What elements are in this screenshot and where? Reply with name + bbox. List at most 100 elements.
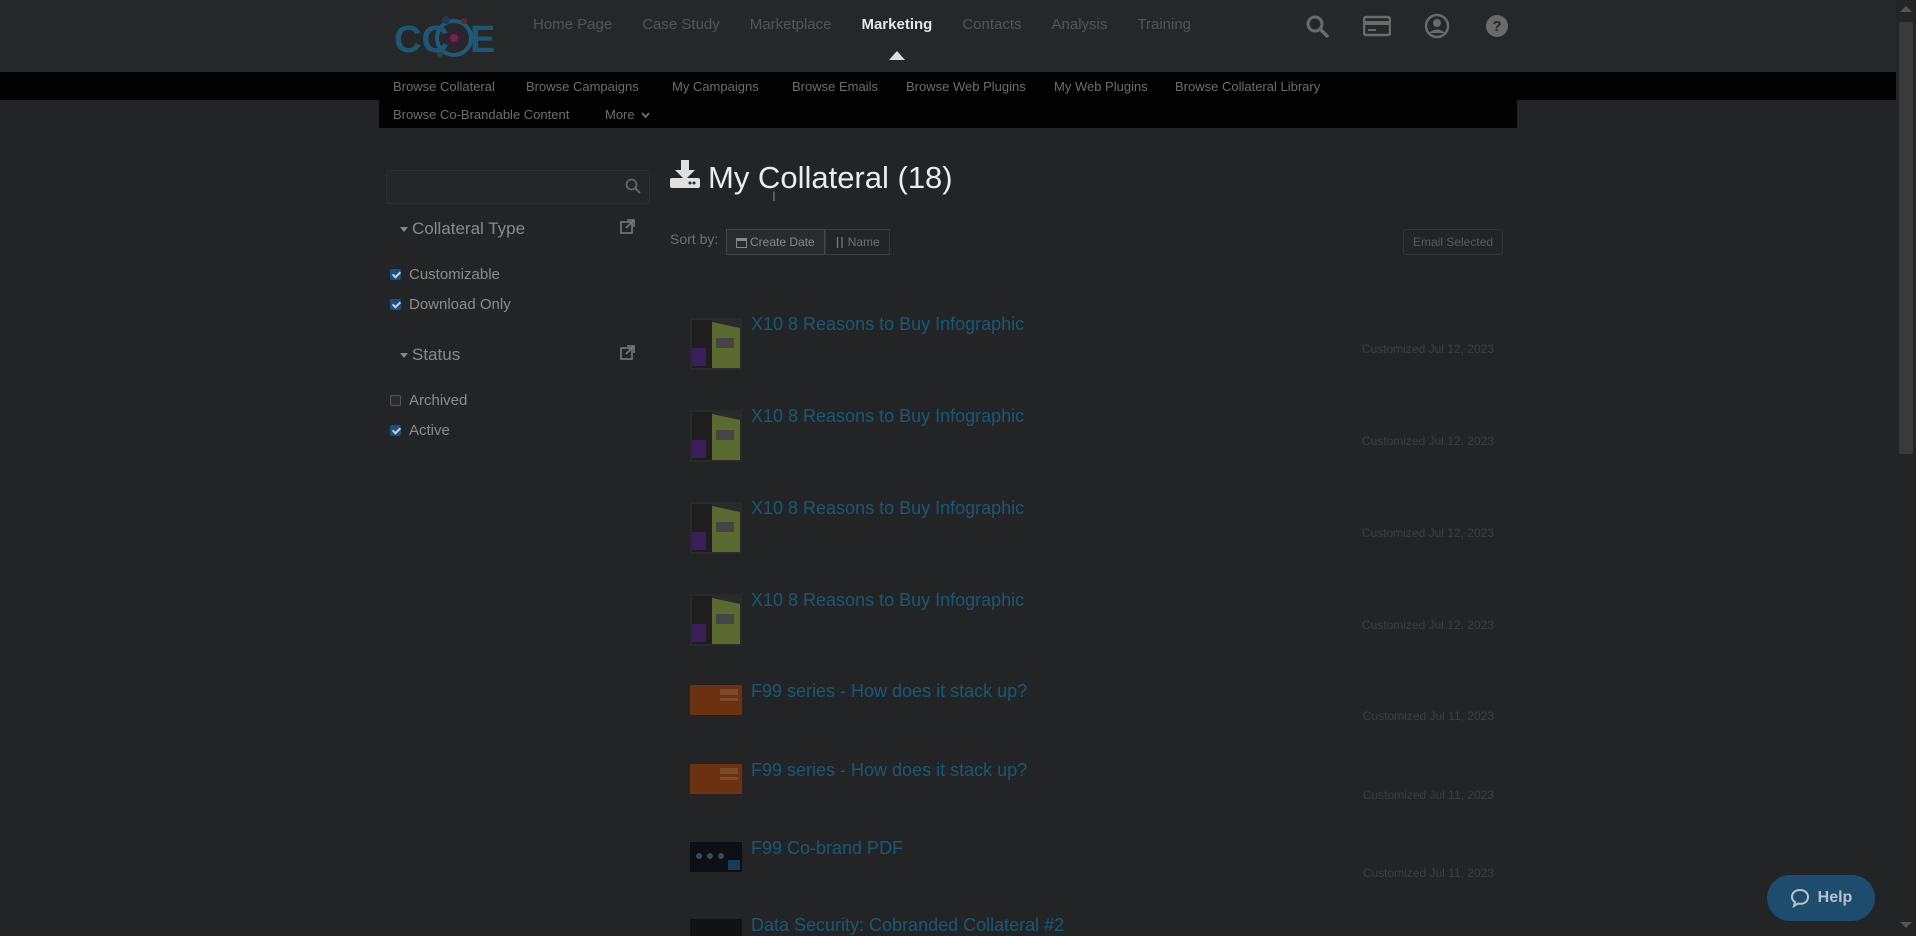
filter-download-only[interactable]: Download Only (390, 296, 511, 313)
caret-down-icon (400, 353, 408, 359)
list-item[interactable]: X10 8 Reasons to Buy Infographic Customi… (690, 590, 1510, 660)
brand-logo[interactable]: CC E (392, 10, 500, 66)
list-item[interactable]: X10 8 Reasons to Buy Infographic Customi… (690, 406, 1510, 476)
svg-text:CC: CC (394, 19, 449, 61)
thumbnail-infographic[interactable] (690, 594, 742, 646)
facet-title: Status (412, 345, 461, 364)
nav-analysis[interactable]: Analysis (1052, 16, 1108, 34)
facet-status-header[interactable]: Status (400, 345, 460, 365)
filter-label: Customizable (409, 266, 500, 283)
thumbnail-infographic[interactable] (690, 410, 742, 462)
item-title-link[interactable]: F99 series - How does it stack up? (751, 760, 1027, 781)
card-icon[interactable] (1363, 12, 1391, 40)
top-navbar: CC E Home Page Case Study Marketplace Ma… (0, 0, 1896, 72)
text-cursor-icon: I (772, 188, 776, 204)
scroll-down-arrow-icon[interactable] (1900, 922, 1912, 928)
filter-customizable[interactable]: Customizable (390, 266, 500, 283)
subnav-browse-emails[interactable]: Browse Emails (792, 79, 878, 94)
list-item[interactable]: F99 Co-brand PDF Customized Jul 11, 2023 (690, 838, 1510, 908)
svg-text:?: ? (1492, 18, 1501, 35)
help-circle-icon[interactable]: ? (1483, 12, 1511, 40)
sort-icon (836, 236, 843, 248)
sub-navbar-row-2: Browse Co-Brandable Content More (379, 100, 1517, 128)
search-input[interactable] (387, 171, 617, 203)
help-label: Help (1817, 889, 1853, 906)
page-title: My Collateral (18) (670, 160, 953, 196)
subnav-more-menu[interactable]: More (605, 107, 650, 122)
chevron-down-icon (641, 112, 650, 119)
sort-name-button[interactable]: Name (824, 229, 890, 255)
email-selected-button[interactable]: Email Selected (1403, 229, 1504, 255)
item-date: Customized Jul 11, 2023 (1362, 788, 1494, 802)
item-title-link[interactable]: F99 series - How does it stack up? (751, 681, 1027, 702)
item-title-link[interactable]: X10 8 Reasons to Buy Infographic (751, 590, 1024, 611)
thumbnail-infographic[interactable] (690, 318, 742, 370)
page: CC E Home Page Case Study Marketplace Ma… (0, 0, 1916, 936)
subnav-browse-web-plugins[interactable]: Browse Web Plugins (906, 79, 1026, 94)
subnav-browse-campaigns[interactable]: Browse Campaigns (526, 79, 639, 94)
facet-title: Collateral Type (412, 219, 526, 238)
nav-marketing[interactable]: Marketing (861, 16, 932, 60)
checkbox-checked[interactable] (390, 269, 401, 280)
item-date: Customized Jul 12, 2023 (1361, 342, 1494, 356)
search-icon[interactable] (1303, 12, 1331, 40)
scrollbar-thumb[interactable] (1899, 22, 1913, 454)
thumbnail-dark[interactable] (690, 842, 742, 872)
thumbnail-infographic[interactable] (690, 502, 742, 554)
scroll-up-arrow-icon[interactable] (1900, 6, 1912, 12)
list-item[interactable]: F99 series - How does it stack up? Custo… (690, 760, 1510, 830)
main-nav: Home Page Case Study Marketplace Marketi… (533, 16, 1221, 60)
item-title-link[interactable]: X10 8 Reasons to Buy Infographic (751, 314, 1024, 335)
user-icon[interactable] (1423, 12, 1451, 40)
sort-name-label: Name (847, 235, 880, 249)
sort-toggle: Create Date Name (726, 229, 890, 255)
external-link-icon[interactable] (620, 219, 635, 239)
list-item[interactable]: X10 8 Reasons to Buy Infographic Customi… (690, 314, 1510, 384)
nav-contacts[interactable]: Contacts (962, 16, 1021, 34)
item-title-link[interactable]: X10 8 Reasons to Buy Infographic (751, 406, 1024, 427)
page-title-text: My Collateral (18) (708, 160, 953, 195)
sort-create-date-button[interactable]: Create Date (726, 229, 825, 255)
filter-archived[interactable]: Archived (390, 392, 467, 409)
chat-bubble-icon (1790, 888, 1809, 908)
item-title-link[interactable]: X10 8 Reasons to Buy Infographic (751, 498, 1024, 519)
list-item[interactable]: Data Security: Cobranded Collateral #2 (690, 915, 1510, 936)
subnav-my-campaigns[interactable]: My Campaigns (672, 79, 759, 94)
nav-home-page[interactable]: Home Page (533, 16, 612, 34)
filter-label: Download Only (409, 296, 511, 313)
subnav-my-web-plugins[interactable]: My Web Plugins (1054, 79, 1148, 94)
sub-navbar: Browse Collateral Browse Campaigns My Ca… (0, 72, 1896, 100)
svg-text:E: E (470, 19, 495, 61)
external-link-icon[interactable] (620, 345, 635, 365)
subnav-browse-co-brandable-content[interactable]: Browse Co-Brandable Content (393, 107, 569, 122)
subnav-more-label: More (605, 107, 635, 122)
nav-case-study[interactable]: Case Study (642, 16, 720, 34)
item-date: Customized Jul 11, 2023 (1362, 709, 1494, 723)
calendar-icon (736, 237, 747, 248)
facet-collateral-type-header[interactable]: Collateral Type (400, 219, 525, 239)
nav-marketplace[interactable]: Marketplace (750, 16, 832, 34)
filter-label: Archived (409, 392, 468, 409)
item-title-link[interactable]: Data Security: Cobranded Collateral #2 (751, 915, 1064, 936)
subnav-browse-collateral[interactable]: Browse Collateral (393, 79, 495, 94)
nav-training[interactable]: Training (1137, 16, 1191, 34)
thumbnail-orange[interactable] (690, 685, 742, 715)
checkbox-unchecked[interactable] (390, 395, 401, 406)
item-date: Customized Jul 12, 2023 (1361, 618, 1494, 632)
thumbnail-orange[interactable] (690, 764, 742, 794)
sort-label: Sort by: (670, 231, 719, 247)
item-date: Customized Jul 12, 2023 (1361, 526, 1494, 540)
search-icon[interactable] (625, 178, 641, 199)
thumbnail-dark[interactable] (690, 919, 742, 936)
filter-active[interactable]: Active (390, 422, 450, 439)
item-title-link[interactable]: F99 Co-brand PDF (751, 838, 903, 859)
filter-label: Active (409, 422, 450, 439)
help-button[interactable]: Help (1767, 875, 1875, 921)
checkbox-checked[interactable] (390, 299, 401, 310)
list-item[interactable]: F99 series - How does it stack up? Custo… (690, 681, 1510, 751)
sidebar-search[interactable] (386, 170, 650, 204)
checkbox-checked[interactable] (390, 425, 401, 436)
caret-down-icon (400, 227, 408, 233)
list-item[interactable]: X10 8 Reasons to Buy Infographic Customi… (690, 498, 1510, 568)
subnav-browse-collateral-library[interactable]: Browse Collateral Library (1175, 79, 1320, 94)
